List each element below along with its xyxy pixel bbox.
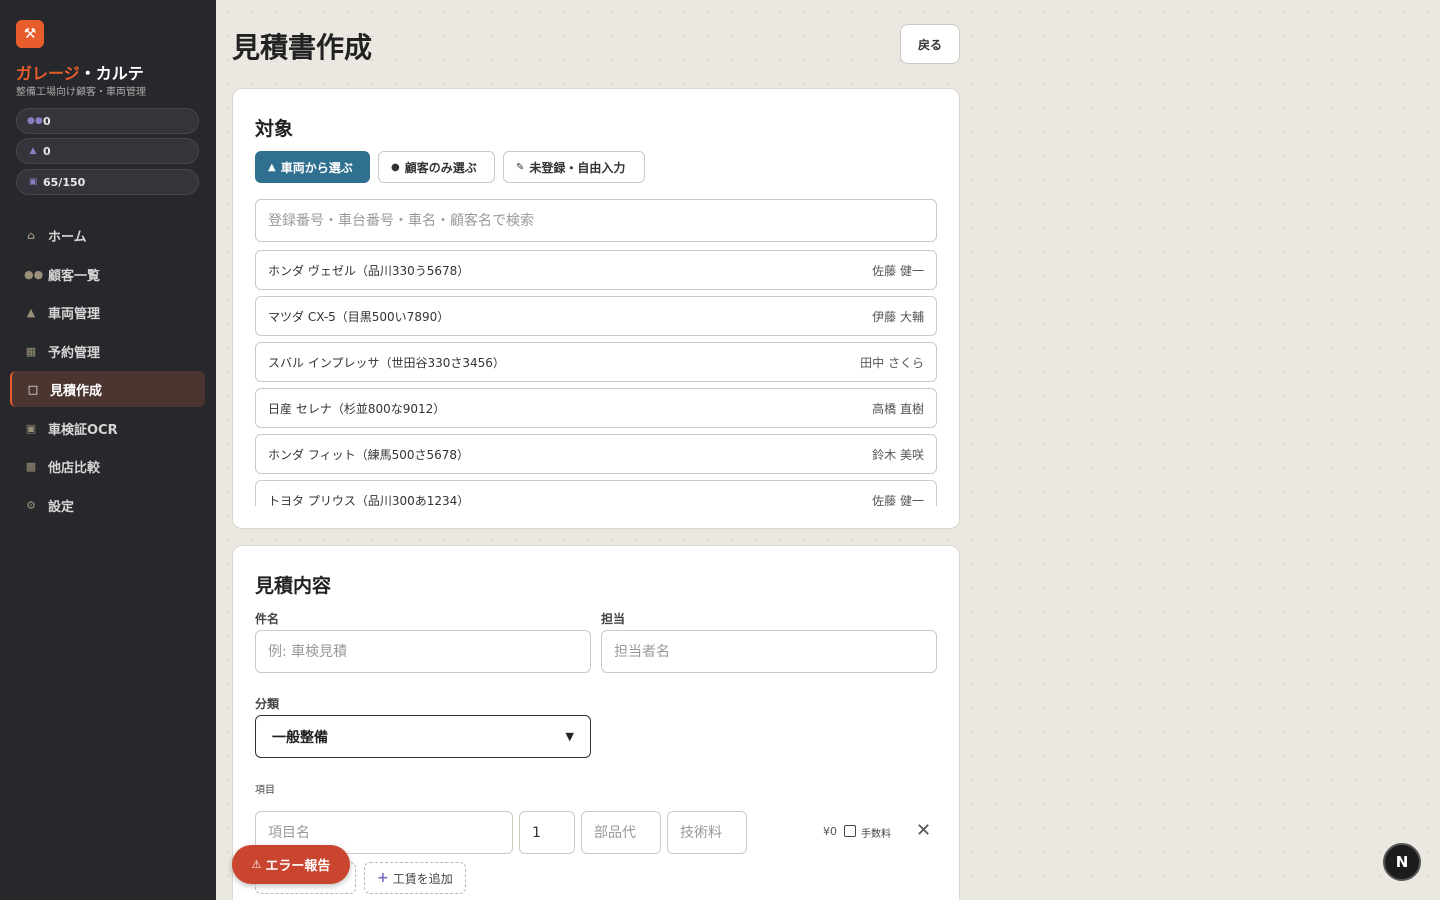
stat-customers-value: 0 <box>43 114 51 128</box>
subject-input[interactable] <box>255 630 591 673</box>
list-item[interactable]: ホンダ フィット（練馬500さ5678） 鈴木 美咲 <box>255 434 937 474</box>
estimate-title: 見積内容 <box>255 575 332 597</box>
sidebar-item-label: 車検証OCR <box>48 422 118 438</box>
item-labor-input[interactable] <box>667 811 747 854</box>
sidebar-item-label: 他店比較 <box>48 460 101 476</box>
chevron-down-icon: ▼ <box>565 730 574 743</box>
sidebar-item-ocr[interactable]: ▣ 車検証OCR <box>10 410 205 446</box>
item-qty-input[interactable] <box>519 811 575 854</box>
error-report-label: エラー報告 <box>265 859 331 874</box>
staff-label: 担当 <box>601 612 626 626</box>
back-button[interactable]: 戻る <box>900 24 960 64</box>
item-amount: ¥0 <box>823 825 837 838</box>
vehicle-owner: 佐藤 健一 <box>872 263 924 278</box>
sidebar-item-reservations[interactable]: ▦ 予約管理 <box>10 333 205 369</box>
calendar-icon: ▦ <box>25 344 37 358</box>
sidebar: ⚒ ガレージ・カルテ 整備工場向け顧客・車両管理 ●● 0 ▲ 0 ▣ 65/1… <box>0 0 216 900</box>
category-value: 一般整備 <box>272 729 328 746</box>
items-label: 項目 <box>255 785 275 796</box>
home-icon: ⌂ <box>27 228 35 242</box>
sidebar-item-label: 見積作成 <box>50 383 103 399</box>
vehicle-name: スバル インプレッサ（世田谷330さ3456） <box>268 355 505 370</box>
sidebar-item-compare[interactable]: ▩ 他店比較 <box>10 448 205 484</box>
error-report-button[interactable]: ⚠ エラー報告 <box>232 845 350 884</box>
sidebar-item-customers[interactable]: ●● 顧客一覧 <box>10 256 205 292</box>
category-select[interactable]: 一般整備 ▼ <box>255 715 591 758</box>
vehicle-search-input[interactable] <box>255 199 937 242</box>
users-icon: ●● <box>27 116 43 126</box>
sidebar-item-label: 顧客一覧 <box>48 268 101 284</box>
tab-free-input[interactable]: ✎ 未登録・自由入力 <box>503 151 645 183</box>
tab-label: 車両から選ぶ <box>280 160 353 175</box>
item-parts-input[interactable] <box>581 811 661 854</box>
sidebar-item-label: 設定 <box>48 499 75 515</box>
sidebar-item-label: 予約管理 <box>48 345 101 361</box>
add-labor-label: 工賃を追加 <box>392 871 453 886</box>
list-item[interactable]: トヨタ プリウス（品川300あ1234） 佐藤 健一 <box>255 480 937 506</box>
fee-label: 手数料 <box>861 829 891 840</box>
subject-label: 件名 <box>255 612 280 626</box>
tab-label: 顧客のみ選ぶ <box>404 160 477 175</box>
sidebar-item-estimate[interactable]: □ 見積作成 <box>10 371 205 407</box>
add-labor-button[interactable]: + 工賃を追加 <box>364 862 466 894</box>
next-badge[interactable]: N <box>1383 843 1421 881</box>
stat-vehicles-value: 0 <box>43 144 51 158</box>
app-brand: ガレージ・カルテ <box>16 60 144 84</box>
sidebar-item-home[interactable]: ⌂ ホーム <box>10 217 205 253</box>
close-icon[interactable]: ✕ <box>916 820 931 841</box>
brand-accent: ガレージ <box>16 64 80 83</box>
alarm-icon: ⚠ <box>251 858 262 871</box>
sidebar-item-label: 車両管理 <box>48 306 101 322</box>
vehicle-owner: 田中 さくら <box>860 355 924 370</box>
sidebar-item-label: ホーム <box>48 229 87 245</box>
tab-label: 未登録・自由入力 <box>529 160 626 175</box>
car-icon: ▲ <box>26 305 36 319</box>
vehicle-name: ホンダ フィット（練馬500さ5678） <box>268 447 470 462</box>
sidebar-item-settings[interactable]: ⚙ 設定 <box>10 487 205 523</box>
vehicle-name: 日産 セレナ（杉並800な9012） <box>268 401 446 416</box>
page-title: 見積書作成 <box>232 31 373 64</box>
list-item[interactable]: マツダ CX-5（目黒500い7890） 伊藤 大輔 <box>255 296 937 336</box>
vehicle-owner: 高橋 直樹 <box>872 401 924 416</box>
card-icon: ▣ <box>28 177 38 187</box>
target-title: 対象 <box>255 118 294 140</box>
list-item[interactable]: スバル インプレッサ（世田谷330さ3456） 田中 さくら <box>255 342 937 382</box>
chart-icon: ▩ <box>25 459 37 473</box>
app-subtitle: 整備工場向け顧客・車両管理 <box>16 87 146 98</box>
document-icon: □ <box>27 382 39 396</box>
vehicle-list: ホンダ ヴェゼル（品川330う5678） 佐藤 健一 マツダ CX-5（目黒50… <box>255 250 937 506</box>
card-icon: ▣ <box>25 421 37 435</box>
stat-ocr-usage-value: 65/150 <box>43 175 86 189</box>
car-icon: ▲ <box>268 161 276 173</box>
vehicle-owner: 鈴木 美咲 <box>872 447 924 462</box>
tab-select-vehicle[interactable]: ▲ 車両から選ぶ <box>255 151 370 183</box>
vehicle-name: ホンダ ヴェゼル（品川330う5678） <box>268 263 470 278</box>
fee-checkbox[interactable] <box>844 825 856 837</box>
vehicle-owner: 佐藤 健一 <box>872 493 924 507</box>
gear-icon: ⚙ <box>26 498 36 512</box>
staff-input[interactable] <box>601 630 937 673</box>
tab-select-customer[interactable]: ● 顧客のみ選ぶ <box>378 151 495 183</box>
stat-ocr-usage: ▣ 65/150 <box>16 169 199 195</box>
car-icon: ▲ <box>29 146 37 156</box>
person-icon: ● <box>391 161 400 173</box>
stat-customers: ●● 0 <box>16 108 199 134</box>
vehicle-name: トヨタ プリウス（品川300あ1234） <box>268 493 470 507</box>
stat-vehicles: ▲ 0 <box>16 138 199 164</box>
users-icon: ●● <box>24 267 44 281</box>
wrench-icon[interactable]: ⚒ <box>16 20 44 48</box>
note-icon: ✎ <box>516 161 525 173</box>
sidebar-item-vehicles[interactable]: ▲ 車両管理 <box>10 294 205 330</box>
target-card: 対象 ▲ 車両から選ぶ ● 顧客のみ選ぶ ✎ 未登録・自由入力 ホンダ ヴェゼル… <box>232 88 960 529</box>
list-item[interactable]: 日産 セレナ（杉並800な9012） 高橋 直樹 <box>255 388 937 428</box>
plus-icon: + <box>377 870 389 886</box>
list-item[interactable]: ホンダ ヴェゼル（品川330う5678） 佐藤 健一 <box>255 250 937 290</box>
category-label: 分類 <box>255 697 280 711</box>
vehicle-name: マツダ CX-5（目黒500い7890） <box>268 309 450 324</box>
estimate-card: 見積内容 件名 担当 分類 一般整備 ▼ 項目 ¥0 手数料 ✕ + 工賃を追加 <box>232 545 960 900</box>
brand-rest: ・カルテ <box>79 64 144 83</box>
vehicle-owner: 伊藤 大輔 <box>872 309 924 324</box>
